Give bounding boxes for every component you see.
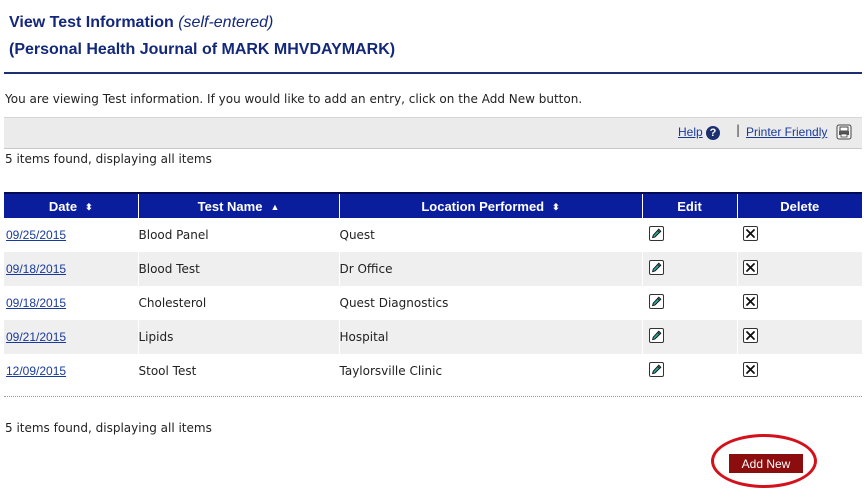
toolbar-separator: | — [736, 123, 741, 137]
sort-ascending-icon[interactable]: ▲ — [270, 202, 279, 212]
date-link[interactable]: 12/09/2015 — [6, 364, 66, 378]
title-text: View Test Information — [9, 14, 174, 31]
date-cell: 09/18/2015 — [4, 252, 138, 286]
delete-cell — [736, 252, 862, 286]
delete-x-icon[interactable] — [742, 226, 758, 241]
test-name-cell: Blood Test — [137, 252, 339, 286]
column-header-edit: Edit — [641, 192, 737, 218]
title-line: View Test Information (self-entered) — [9, 9, 395, 36]
help-icon[interactable]: ? — [706, 126, 720, 140]
test-name-cell: Stool Test — [137, 354, 339, 388]
table-row: 09/25/2015 Blood Panel Quest — [4, 218, 862, 252]
pencil-icon[interactable] — [648, 362, 664, 377]
pencil-icon[interactable] — [648, 294, 664, 309]
table-row: 12/09/2015 Stool Test Taylorsville Clinic — [4, 354, 862, 388]
results-count-top: 5 items found, displaying all items — [5, 152, 212, 166]
date-cell: 09/18/2015 — [4, 286, 138, 320]
column-header-location[interactable]: Location Performed ⬍ — [338, 192, 642, 218]
sort-arrows-icon[interactable]: ⬍ — [85, 202, 93, 213]
column-header-date[interactable]: Date ⬍ — [4, 192, 138, 218]
journal-owner: (Personal Health Journal of MARK MHVDAYM… — [9, 41, 396, 58]
date-cell: 12/09/2015 — [4, 354, 138, 388]
page-title: View Test Information (self-entered) (Pe… — [9, 9, 395, 63]
test-name-cell: Blood Panel — [137, 218, 339, 252]
test-name-cell: Lipids — [137, 320, 339, 354]
location-cell: Quest — [338, 218, 642, 252]
printer-icon[interactable] — [836, 124, 852, 144]
help-link[interactable]: Help — [678, 125, 703, 139]
table-row: 09/18/2015 Cholesterol Quest Diagnostics — [4, 286, 862, 320]
delete-x-icon[interactable] — [742, 328, 758, 343]
test-name-cell: Cholesterol — [137, 286, 339, 320]
edit-cell — [641, 286, 737, 320]
delete-cell — [736, 286, 862, 320]
location-cell: Quest Diagnostics — [338, 286, 642, 320]
highlight-annotation-circle — [711, 434, 817, 488]
table-row: 09/21/2015 Lipids Hospital — [4, 320, 862, 354]
results-count-bottom: 5 items found, displaying all items — [5, 421, 212, 435]
delete-cell — [736, 320, 862, 354]
edit-cell — [641, 252, 737, 286]
edit-cell — [641, 320, 737, 354]
pencil-icon[interactable] — [648, 226, 664, 241]
date-cell: 09/25/2015 — [4, 218, 138, 252]
edit-cell — [641, 354, 737, 388]
edit-cell — [641, 218, 737, 252]
test-table: Date ⬍ Test Name ▲ Location Performed ⬍ Edi… — [4, 192, 862, 388]
sort-arrows-icon[interactable]: ⬍ — [552, 202, 560, 213]
divider — [4, 396, 862, 397]
column-header-delete: Delete — [736, 192, 862, 218]
title-divider — [4, 72, 862, 74]
delete-cell — [736, 354, 862, 388]
toolbar: Help ? | Printer Friendly — [4, 117, 862, 149]
date-link[interactable]: 09/21/2015 — [6, 330, 66, 344]
delete-cell — [736, 218, 862, 252]
intro-text: You are viewing Test information. If you… — [5, 92, 583, 106]
table-row: 09/18/2015 Blood Test Dr Office — [4, 252, 862, 286]
location-cell: Hospital — [338, 320, 642, 354]
pencil-icon[interactable] — [648, 328, 664, 343]
delete-x-icon[interactable] — [742, 362, 758, 377]
delete-x-icon[interactable] — [742, 294, 758, 309]
date-link[interactable]: 09/25/2015 — [6, 228, 66, 242]
date-cell: 09/21/2015 — [4, 320, 138, 354]
table-header-row: Date ⬍ Test Name ▲ Location Performed ⬍ Edi… — [4, 192, 862, 218]
date-link[interactable]: 09/18/2015 — [6, 296, 66, 310]
delete-x-icon[interactable] — [742, 260, 758, 275]
title-note: (self-entered) — [178, 14, 274, 31]
column-header-test-name[interactable]: Test Name ▲ — [137, 192, 339, 218]
date-link[interactable]: 09/18/2015 — [6, 262, 66, 276]
location-cell: Dr Office — [338, 252, 642, 286]
pencil-icon[interactable] — [648, 260, 664, 275]
location-cell: Taylorsville Clinic — [338, 354, 642, 388]
printer-friendly-link[interactable]: Printer Friendly — [746, 125, 827, 139]
